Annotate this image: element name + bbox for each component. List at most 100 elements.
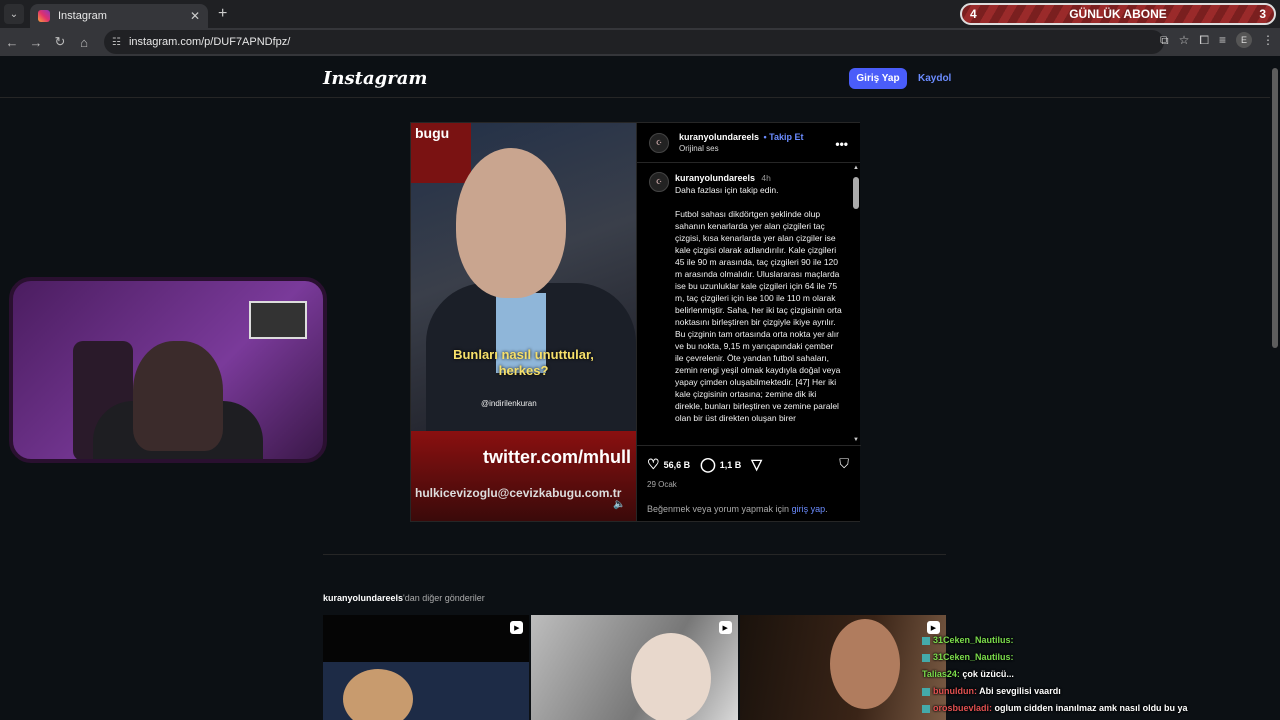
media-controls-icon[interactable]: ≡ [1219, 33, 1226, 47]
reel-icon: ▶ [718, 621, 732, 634]
chat-user: 31Ceken_Nautilus: [933, 635, 1014, 645]
daily-subscriber-overlay: 4 GÜNLÜK ABONE 3 [960, 3, 1276, 25]
bookmark-icon[interactable]: ⛉ [839, 456, 849, 472]
toolbar-actions: ⧉ ☆ ⧠ ≡ E ⋮ [1160, 32, 1274, 48]
reel-video[interactable]: bugu Bunları nasıl unuttular, herkes? @i… [411, 123, 636, 521]
chat-badge-icon [922, 687, 930, 696]
abone-right-num: 3 [1259, 7, 1266, 21]
bookmark-star-icon[interactable]: ☆ [1179, 33, 1190, 47]
streamer-webcam [9, 277, 327, 463]
caption-scrollbar-thumb[interactable] [853, 177, 859, 209]
caption-text: Futbol sahası dikdörtgen şeklinde olup s… [675, 209, 842, 423]
thumbnail-person [343, 669, 413, 720]
chat-badge-icon [922, 636, 930, 645]
tab-close-icon[interactable]: ✕ [190, 9, 200, 23]
post-sidebar: ☪ kuranyolundareels • Takip Et Orijinal … [636, 123, 861, 521]
webcam-poster [249, 301, 307, 339]
caption-lead: Daha fazlası için takip edin. [675, 185, 779, 195]
forward-icon[interactable]: → [24, 35, 48, 50]
more-options-icon[interactable]: ••• [835, 137, 848, 151]
post-date: 29 Ocak [647, 480, 677, 489]
caption-time: 4h [761, 173, 771, 183]
page-scrollbar-thumb[interactable] [1272, 68, 1278, 348]
banner-mail: hulkicevizoglu@cevizkabugu.com.tr [415, 486, 622, 500]
caption-username[interactable]: kuranyolundareels [675, 173, 755, 183]
caption-body: kuranyolundareels 4h Daha fazlası için t… [675, 172, 843, 424]
login-prompt-suffix: . [825, 504, 828, 514]
more-posts-username[interactable]: kuranyolundareels [323, 593, 403, 603]
page-scrollbar[interactable] [1270, 56, 1280, 720]
video-watermark: @indirilenkuran [481, 399, 537, 408]
webcam-person-head [133, 341, 223, 451]
author-info: kuranyolundareels • Takip Et Orijinal se… [679, 130, 803, 155]
chat-message: 31Ceken_Nautilus: [922, 649, 1272, 666]
address-bar[interactable]: ☷ instagram.com/p/DUF7APNDfpz/ [104, 30, 1164, 54]
post-author-header: ☪ kuranyolundareels • Takip Et Orijinal … [637, 123, 860, 163]
channel-tag: bugu [415, 125, 450, 141]
extensions-icon[interactable]: ⧠ [1199, 33, 1209, 48]
post-thumbnail[interactable]: ▶ [739, 615, 946, 720]
banner-url: twitter.com/mhull [483, 447, 632, 467]
reload-icon[interactable]: ↻ [48, 34, 72, 50]
comment-count: 1,1 B [719, 459, 742, 470]
share-icon[interactable]: ▽ [751, 456, 762, 473]
browser-tab[interactable]: Instagram ✕ [30, 4, 208, 28]
follow-button[interactable]: Takip Et [769, 132, 803, 142]
site-info-icon[interactable]: ☷ [112, 37, 121, 48]
browser-menu-icon[interactable]: ⋮ [1262, 33, 1274, 47]
profile-avatar[interactable]: E [1236, 32, 1252, 48]
tab-search-icon[interactable]: ⌄ [4, 4, 24, 24]
instagram-favicon-icon [38, 10, 50, 22]
post-thumbnail[interactable]: ▶ [531, 615, 738, 720]
video-subtitle: Bunları nasıl unuttular, herkes? [453, 347, 594, 378]
audio-label[interactable]: Orijinal ses [679, 143, 803, 155]
scroll-up-arrow-icon[interactable]: ▲ [853, 165, 859, 171]
install-app-icon[interactable]: ⧉ [1160, 33, 1169, 48]
chat-user: bunuldun: [933, 686, 977, 696]
thumbnail-person [829, 619, 900, 709]
chat-user: 31Ceken_Nautilus: [933, 652, 1014, 662]
instagram-logo[interactable]: Instagram [323, 68, 427, 89]
chat-user: orosbuevladi: [933, 703, 993, 713]
chat-message: bunuldun: Abi sevgilisi vaardı [922, 683, 1272, 700]
comment-icon[interactable]: ◯ [700, 456, 716, 473]
chat-message: 31Ceken_Nautilus: [922, 632, 1272, 649]
chat-user: Talias24: [922, 669, 960, 679]
post-thumbnail[interactable]: ▶ [323, 615, 530, 720]
author-username[interactable]: kuranyolundareels [679, 132, 759, 142]
speaker-head [456, 148, 566, 298]
chat-message: orosbuevladi: oglum cidden inanılmaz amk… [922, 700, 1272, 717]
url-text: instagram.com/p/DUF7APNDfpz/ [128, 36, 291, 48]
heart-icon[interactable]: ♡ [647, 456, 660, 473]
login-prompt-prefix: Beğenmek veya yorum yapmak için [647, 504, 792, 514]
post-card: bugu Bunları nasıl unuttular, herkes? @i… [410, 122, 861, 522]
home-icon[interactable]: ⌂ [72, 35, 96, 50]
new-tab-icon[interactable]: + [218, 5, 227, 23]
reel-icon: ▶ [510, 621, 524, 634]
abone-label: GÜNLÜK ABONE [1069, 7, 1167, 21]
volume-icon[interactable]: 🔈 [613, 499, 625, 510]
thumbnail-person [631, 633, 712, 720]
tab-title: Instagram [58, 10, 107, 22]
signup-link[interactable]: Kaydol [918, 73, 951, 84]
chat-text: Abi sevgilisi vaardı [979, 686, 1061, 696]
tv-lower-banner: twitter.com/mhull hulkicevizoglu@cevizka… [411, 431, 636, 521]
more-posts-suffix: 'dan diğer gönderiler [403, 593, 485, 603]
more-posts-grid: ▶ ▶ ▶ [323, 615, 946, 720]
login-prompt-link[interactable]: giriş yap [792, 504, 826, 514]
scroll-down-arrow-icon[interactable]: ▼ [853, 437, 859, 443]
stream-chat: 31Ceken_Nautilus: 31Ceken_Nautilus: Tali… [922, 632, 1272, 717]
section-divider [323, 554, 946, 555]
chat-text: çok üzücü... [962, 669, 1014, 679]
post-actions: ♡ 56,6 B ◯ 1,1 B ▽ ⛉ 29 Ocak Beğenmek ve… [637, 445, 861, 521]
caption-avatar[interactable]: ☪ [649, 172, 669, 192]
login-prompt: Beğenmek veya yorum yapmak için giriş ya… [647, 504, 828, 514]
browser-toolbar: ← → ↻ ⌂ ☷ instagram.com/p/DUF7APNDfpz/ ⧉… [0, 28, 1280, 56]
login-button[interactable]: Giriş Yap [849, 68, 907, 89]
caption-scrollbar[interactable]: ▲ ▼ [853, 165, 859, 443]
like-count: 56,6 B [663, 459, 691, 470]
back-icon[interactable]: ← [0, 35, 24, 50]
chat-badge-icon [922, 704, 930, 713]
ig-header: Instagram Giriş Yap Kaydol [0, 56, 1270, 98]
author-avatar[interactable]: ☪ [649, 132, 669, 153]
